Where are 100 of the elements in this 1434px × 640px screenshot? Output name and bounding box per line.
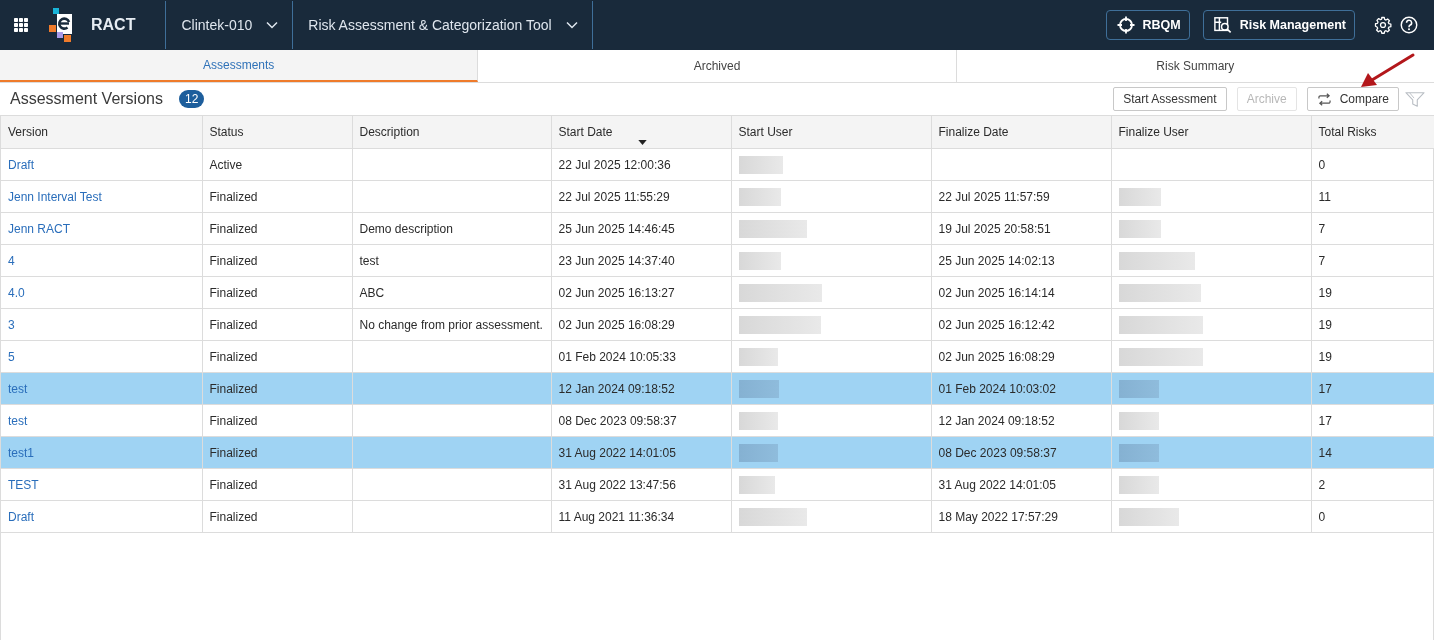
study-dropdown[interactable]: Clintek-010 [166,0,293,50]
version-link[interactable]: Jenn Interval Test [8,189,102,204]
app-name: RACT [91,16,136,34]
table-cell: 2 [1311,468,1434,501]
column-header[interactable]: Finalize User [1111,116,1311,149]
column-header[interactable]: Start Date [551,116,731,149]
table-cell: 25 Jun 2025 14:02:13 [931,244,1111,277]
version-link[interactable]: Jenn RACT [8,221,71,236]
column-header[interactable]: Total Risks [1311,116,1434,149]
table-cell: 11 [1311,180,1434,213]
table-row[interactable]: Draft Active 22 Jul 2025 12:00:36 0 [1,148,1434,181]
table-cell: Finalized [202,340,352,373]
table-row[interactable]: test1 Finalized 31 Aug 2022 14:01:05 08 Dec 2023 09:58:37 14 [1,436,1434,469]
table-row[interactable]: test Finalized 12 Jan 2024 09:18:52 01 Feb 2024 10:03:02 17 [1,372,1434,405]
table-cell: Demo description [352,212,551,245]
version-link[interactable]: 5 [8,349,15,364]
tab[interactable]: Assessments [0,50,479,82]
table-row[interactable]: test Finalized 08 Dec 2023 09:58:37 12 Jan 2024 09:18:52 17 [1,404,1434,437]
table-row[interactable]: Draft Finalized 11 Aug 2021 11:36:34 18 May 2022 17:57:29 0 [1,500,1434,533]
table-cell: 02 Jun 2025 16:12:42 [931,308,1111,341]
column-header[interactable]: Status [202,116,352,149]
apps-grid-icon[interactable] [14,18,28,32]
table-cell: Finalized [202,500,352,533]
table-cell: 7 [1311,244,1434,277]
table-cell: 02 Jun 2025 16:08:29 [931,340,1111,373]
table-row[interactable]: TEST Finalized 31 Aug 2022 13:47:56 31 Aug 2022 14:01:05 2 [1,468,1434,501]
version-link[interactable]: Draft [8,509,34,524]
table-cell: 08 Dec 2023 09:58:37 [551,404,731,437]
settings-icon[interactable] [1374,16,1392,34]
table-cell: 11 Aug 2021 11:36:34 [551,500,731,533]
table-cell: 17 [1311,404,1434,437]
table-cell: 19 [1311,308,1434,341]
table-cell: 23 Jun 2025 14:37:40 [551,244,731,277]
table-cell: Active [202,148,352,181]
table-cell: 01 Feb 2024 10:05:33 [551,340,731,373]
crosshair-icon [1116,16,1135,34]
toolbar-button[interactable]: Compare [1306,87,1399,111]
tool-dropdown[interactable]: Risk Assessment & Categorization Tool [293,0,592,50]
table-cell: 14 [1311,436,1434,469]
table-cell: 01 Feb 2024 10:03:02 [931,372,1111,405]
table-row[interactable]: 4.0 Finalized ABC 02 Jun 2025 16:13:27 02 Jun 2025 16:14:14 19 [1,276,1434,309]
table-row[interactable]: 5 Finalized 01 Feb 2024 10:05:33 02 Jun 2025 16:08:29 19 [1,340,1434,373]
table-cell: No change from prior assessment. [352,308,551,341]
annotation-arrow [1358,52,1416,90]
version-link[interactable]: test [8,413,28,428]
table-cell: Finalized [202,404,352,437]
toolbar-button[interactable]: Start Assessment [1113,87,1227,111]
header-button[interactable]: Risk Management [1202,10,1355,40]
table-cell: 08 Dec 2023 09:58:37 [931,436,1111,469]
table-cell: 7 [1311,212,1434,245]
search-window-icon [1213,16,1232,34]
table-cell: ABC [352,276,551,309]
table-cell: 25 Jun 2025 14:46:45 [551,212,731,245]
table-cell: Finalized [202,372,352,405]
count-badge: 12 [178,90,205,108]
table-row[interactable]: 3 Finalized No change from prior assessment. 02 Jun 2025 16:08:29 02 Jun 2025 16:12:42 19 [1,308,1434,341]
table-cell: 0 [1311,500,1434,533]
header-button[interactable]: RBQM [1105,10,1190,40]
version-link[interactable]: 3 [8,317,15,332]
table-cell: 18 May 2022 17:57:29 [931,500,1111,533]
column-header[interactable]: Finalize Date [931,116,1111,149]
table-cell: test [352,244,551,277]
table-cell: Finalized [202,436,352,469]
version-link[interactable]: 4.0 [8,285,25,300]
table-cell: 02 Jun 2025 16:08:29 [551,308,731,341]
cycle-arrows-icon [1316,92,1332,106]
version-link[interactable]: TEST [8,477,39,492]
table-cell: Finalized [202,244,352,277]
table-cell: 02 Jun 2025 16:14:14 [931,276,1111,309]
version-link[interactable]: Draft [8,157,34,172]
logo-icon [49,8,75,42]
table-cell: 02 Jun 2025 16:13:27 [551,276,731,309]
table-cell: 22 Jul 2025 11:57:59 [931,180,1111,213]
table-cell: 17 [1311,372,1434,405]
table-cell: 31 Aug 2022 14:01:05 [551,436,731,469]
column-header[interactable]: Start User [731,116,931,149]
table-cell: 22 Jul 2025 11:55:29 [551,180,731,213]
table-cell: Finalized [202,212,352,245]
table-cell: 12 Jan 2024 09:18:52 [931,404,1111,437]
help-icon[interactable] [1400,16,1418,34]
version-link[interactable]: 4 [8,253,15,268]
table-row[interactable]: Jenn Interval Test Finalized 22 Jul 2025 11:55:29 22 Jul 2025 11:57:59 11 [1,180,1434,213]
column-header[interactable]: Version [1,116,202,149]
table-cell: Finalized [202,308,352,341]
table-cell: 19 Jul 2025 20:58:51 [931,212,1111,245]
table-cell: 0 [1311,148,1434,181]
table-cell: 19 [1311,276,1434,309]
column-header[interactable]: Description [352,116,551,149]
table-cell: 31 Aug 2022 13:47:56 [551,468,731,501]
table-cell: Finalized [202,468,352,501]
section-title: Assessment Versions [10,90,163,108]
chevron-down-icon [565,21,578,29]
table-cell: Finalized [202,276,352,309]
chevron-down-icon [266,21,279,29]
table-cell: 12 Jan 2024 09:18:52 [551,372,731,405]
table-cell: 22 Jul 2025 12:00:36 [551,148,731,181]
table-cell: 19 [1311,340,1434,373]
table-cell: Finalized [202,180,352,213]
table-row[interactable]: Jenn RACT Finalized Demo description 25 Jun 2025 14:46:45 19 Jul 2025 20:58:51 7 [1,212,1434,245]
table-row[interactable]: 4 Finalized test 23 Jun 2025 14:37:40 25 Jun 2025 14:02:13 7 [1,244,1434,277]
